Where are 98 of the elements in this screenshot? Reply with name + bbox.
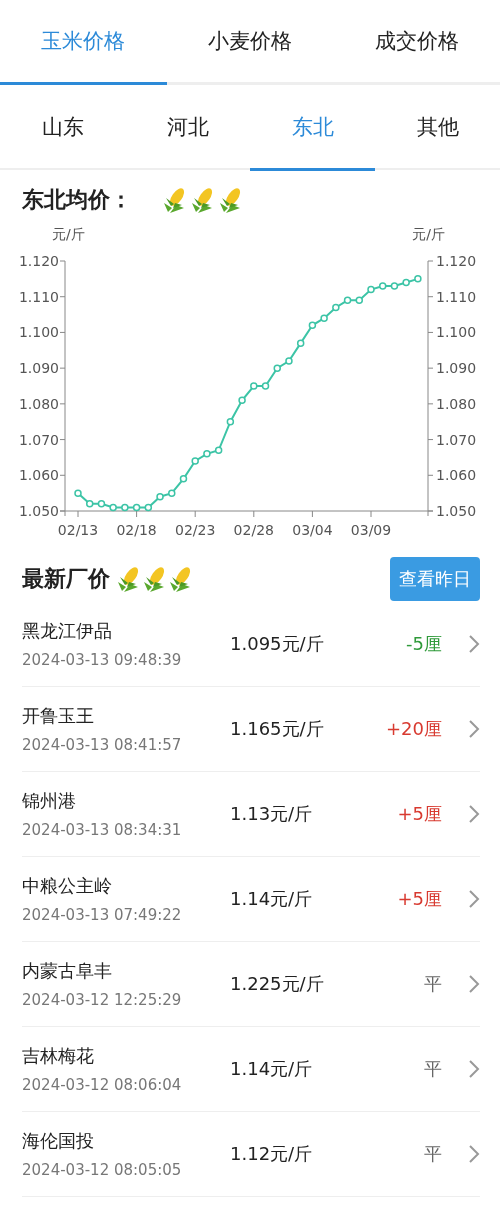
axis-label: 1.100 xyxy=(18,324,59,341)
axis-label: 02/23 xyxy=(175,522,216,538)
data-point xyxy=(273,364,281,372)
axis-label: 1.050 xyxy=(18,503,59,519)
section-title: 东北均价： xyxy=(22,186,132,214)
data-point xyxy=(144,503,153,512)
price: 1.14元/斤 xyxy=(230,1057,314,1081)
tab[interactable]: 河北 xyxy=(125,85,250,168)
price-change: -5厘 xyxy=(405,632,442,656)
data-point xyxy=(414,275,422,283)
data-point xyxy=(320,314,328,322)
unit-label: 元/斤 xyxy=(412,226,445,244)
data-point xyxy=(296,339,305,347)
timestamp: 2024-03-12 12:25:29 xyxy=(22,991,183,1009)
data-point xyxy=(214,446,223,455)
data-point xyxy=(367,285,375,294)
tab[interactable]: 成交价格 xyxy=(333,0,500,82)
axis-label: 1.060 xyxy=(18,467,59,484)
price: 1.13元/斤 xyxy=(230,802,314,826)
timestamp: 2024-03-13 09:48:39 xyxy=(22,651,183,669)
axis-label: 1.090 xyxy=(18,360,59,377)
price: 1.14元/斤 xyxy=(230,887,314,911)
timestamp: 2024-03-13 08:34:31 xyxy=(22,821,183,839)
axis-label: 1.050 xyxy=(436,503,477,519)
price: 1.12元/斤 xyxy=(230,1142,314,1166)
chevron-icon[interactable] xyxy=(468,974,480,994)
chevron-icon[interactable] xyxy=(468,804,480,824)
axis-label: 02/28 xyxy=(233,522,274,538)
tab[interactable]: 玉米价格 xyxy=(0,0,167,82)
factory-name: 内蒙古阜丰 xyxy=(22,959,113,983)
data-point xyxy=(332,303,340,312)
data-point xyxy=(343,296,352,305)
axis-label: 1.110 xyxy=(436,288,477,305)
price-change: +5厘 xyxy=(396,802,442,826)
data-point xyxy=(250,382,258,390)
axis-label: 1.080 xyxy=(436,395,477,412)
axis-label: 1.070 xyxy=(18,431,59,448)
axis-label: 1.120 xyxy=(436,253,477,269)
price-change: 平 xyxy=(423,972,442,996)
factory-name: 黑龙江伊品 xyxy=(22,619,113,643)
price-change: 平 xyxy=(423,1057,442,1081)
data-point xyxy=(179,475,188,483)
factory-name: 海伦国投 xyxy=(22,1129,95,1153)
timestamp: 2024-03-12 08:06:04 xyxy=(22,1076,183,1094)
timestamp: 2024-03-13 07:49:22 xyxy=(22,906,183,924)
data-point xyxy=(97,500,106,508)
axis-label: 1.070 xyxy=(436,431,477,448)
tab[interactable]: 东北 xyxy=(250,85,375,168)
data-point xyxy=(390,282,399,290)
chevron-icon[interactable] xyxy=(468,1144,480,1164)
factory-name: 锦州港 xyxy=(22,789,77,813)
price: 1.225元/斤 xyxy=(230,972,325,996)
tab[interactable]: 其他 xyxy=(375,85,500,168)
data-point xyxy=(191,457,199,465)
axis-label: 1.110 xyxy=(18,288,59,305)
axis-label: 1.060 xyxy=(436,467,477,484)
chevron-icon[interactable] xyxy=(468,1059,480,1079)
axis-label: 03/09 xyxy=(350,522,392,538)
axis-label: 02/13 xyxy=(57,522,99,538)
data-point xyxy=(226,417,235,426)
data-point xyxy=(378,282,387,290)
axis-label: 03/04 xyxy=(292,522,333,538)
price: 1.165元/斤 xyxy=(230,717,325,741)
axis-label: 1.090 xyxy=(436,360,477,377)
data-point xyxy=(261,382,270,390)
axis-label: 02/18 xyxy=(116,522,157,538)
factory-name: 吉林梅花 xyxy=(22,1044,95,1068)
data-point xyxy=(168,489,176,497)
chevron-icon[interactable] xyxy=(468,719,480,739)
timestamp: 2024-03-13 08:41:57 xyxy=(22,736,183,754)
axis-label: 1.100 xyxy=(436,324,477,341)
axis-label: 1.080 xyxy=(18,395,59,412)
data-point xyxy=(109,503,117,512)
data-point xyxy=(402,278,410,287)
chevron-icon[interactable] xyxy=(468,634,480,654)
chevron-icon[interactable] xyxy=(468,889,480,909)
tab[interactable]: 山东 xyxy=(0,85,125,168)
timestamp: 2024-03-12 08:05:05 xyxy=(22,1161,183,1179)
data-point xyxy=(132,503,141,512)
price-change: 平 xyxy=(423,1142,442,1166)
tab[interactable]: 小麦价格 xyxy=(166,0,334,82)
price-change: +20厘 xyxy=(385,717,442,741)
unit-label: 元/斤 xyxy=(52,226,85,244)
data-point xyxy=(74,489,82,497)
data-point xyxy=(238,396,246,405)
data-point xyxy=(285,357,293,365)
section-title: 最新厂价 xyxy=(22,565,110,593)
price-change: +5厘 xyxy=(396,887,442,911)
data-point xyxy=(156,492,164,501)
data-point xyxy=(203,450,211,458)
data-point xyxy=(85,500,94,508)
price: 1.095元/斤 xyxy=(230,632,325,656)
factory-name: 开鲁玉王 xyxy=(22,704,95,728)
data-point xyxy=(308,321,317,330)
factory-name: 中粮公主岭 xyxy=(22,874,113,898)
data-point xyxy=(121,503,129,512)
axis-label: 1.120 xyxy=(18,253,59,269)
data-point xyxy=(355,296,364,305)
